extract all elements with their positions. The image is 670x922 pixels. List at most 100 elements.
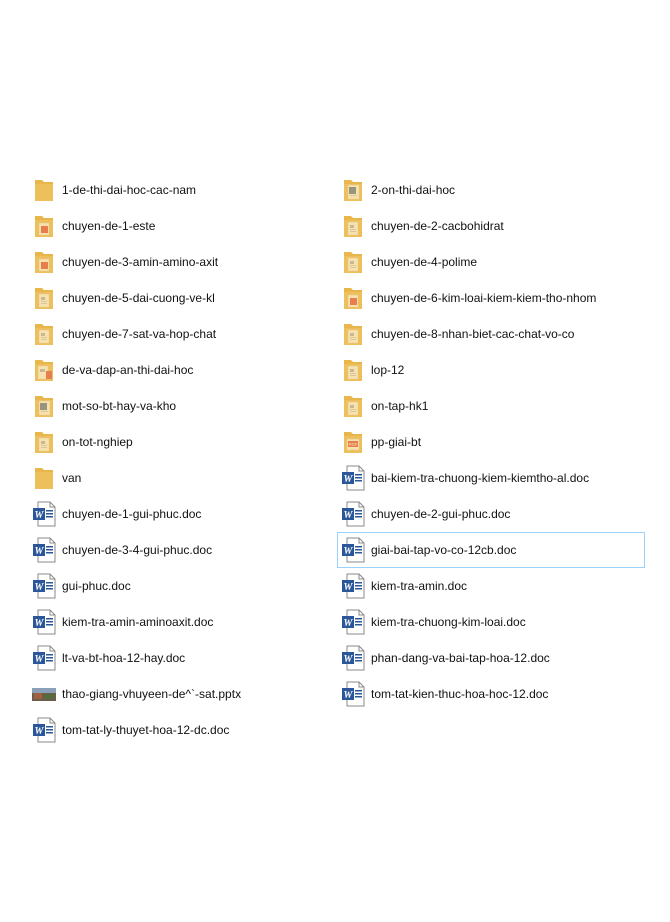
svg-text:W: W bbox=[35, 654, 45, 665]
folder-icon: PDF bbox=[341, 429, 365, 455]
folder-item[interactable]: on-tot-nghiep bbox=[28, 424, 336, 460]
svg-text:W: W bbox=[35, 510, 45, 521]
file-name-label: tom-tat-kien-thuc-hoa-hoc-12.doc bbox=[371, 687, 549, 701]
word-doc-icon: W bbox=[32, 501, 56, 527]
folder-icon bbox=[341, 285, 365, 311]
svg-text:W: W bbox=[344, 510, 354, 521]
svg-text:W: W bbox=[35, 726, 45, 737]
file-item[interactable]: W kiem-tra-chuong-kim-loai.doc bbox=[337, 604, 645, 640]
folder-item[interactable]: PDF pp-giai-bt bbox=[337, 424, 645, 460]
file-item[interactable]: W tom-tat-ly-thuyet-hoa-12-dc.doc bbox=[28, 712, 336, 748]
file-name-label: chuyen-de-4-polime bbox=[371, 255, 478, 269]
file-name-label: lop-12 bbox=[371, 363, 405, 377]
folder-icon bbox=[341, 321, 365, 347]
file-name-label: chuyen-de-1-este bbox=[62, 219, 156, 233]
folder-icon bbox=[341, 249, 365, 275]
folder-icon bbox=[341, 357, 365, 383]
svg-text:W: W bbox=[344, 654, 354, 665]
word-doc-icon: W bbox=[341, 465, 365, 491]
file-name-label: chuyen-de-3-4-gui-phuc.doc bbox=[62, 543, 213, 557]
file-item[interactable]: W bai-kiem-tra-chuong-kiem-kiemtho-al.do… bbox=[337, 460, 645, 496]
pptx-thumbnail-icon bbox=[32, 681, 56, 707]
svg-text:W: W bbox=[344, 474, 354, 485]
file-item[interactable]: W chuyen-de-2-gui-phuc.doc bbox=[337, 496, 645, 532]
word-doc-icon: W bbox=[32, 573, 56, 599]
file-column-right: 2-on-thi-dai-hoc chuyen-de-2-cacbohidrat… bbox=[337, 172, 645, 712]
file-name-label: chuyen-de-1-gui-phuc.doc bbox=[62, 507, 202, 521]
file-item[interactable]: thao-giang-vhuyeen-de^`-sat.pptx bbox=[28, 676, 336, 712]
file-name-label: chuyen-de-5-dai-cuong-ve-kl bbox=[62, 291, 215, 305]
folder-item[interactable]: chuyen-de-2-cacbohidrat bbox=[337, 208, 645, 244]
file-name-label: chuyen-de-3-amin-amino-axit bbox=[62, 255, 219, 269]
file-name-label: gui-phuc.doc bbox=[62, 579, 131, 593]
file-name-label: on-tot-nghiep bbox=[62, 435, 133, 449]
svg-text:W: W bbox=[35, 618, 45, 629]
word-doc-icon: W bbox=[32, 537, 56, 563]
folder-icon bbox=[341, 213, 365, 239]
svg-text:W: W bbox=[35, 582, 45, 593]
file-item[interactable]: W giai-bai-tap-vo-co-12cb.doc bbox=[337, 532, 645, 568]
folder-item[interactable]: van bbox=[28, 460, 336, 496]
file-name-label: phan-dang-va-bai-tap-hoa-12.doc bbox=[371, 651, 550, 665]
folder-icon bbox=[341, 393, 365, 419]
file-name-label: chuyen-de-6-kim-loai-kiem-kiem-tho-nhom bbox=[371, 291, 597, 305]
file-column-left: 1-de-thi-dai-hoc-cac-nam chuyen-de-1-est… bbox=[28, 172, 336, 748]
file-name-label: van bbox=[62, 471, 82, 485]
folder-icon bbox=[341, 177, 365, 203]
file-item[interactable]: W chuyen-de-1-gui-phuc.doc bbox=[28, 496, 336, 532]
folder-item[interactable]: chuyen-de-8-nhan-biet-cac-chat-vo-co bbox=[337, 316, 645, 352]
word-doc-icon: W bbox=[341, 681, 365, 707]
file-name-label: thao-giang-vhuyeen-de^`-sat.pptx bbox=[62, 687, 242, 701]
folder-icon bbox=[32, 465, 56, 491]
folder-icon bbox=[32, 357, 56, 383]
folder-item[interactable]: 1-de-thi-dai-hoc-cac-nam bbox=[28, 172, 336, 208]
file-item[interactable]: W phan-dang-va-bai-tap-hoa-12.doc bbox=[337, 640, 645, 676]
word-doc-icon: W bbox=[32, 645, 56, 671]
word-doc-icon: W bbox=[32, 609, 56, 635]
file-name-label: 2-on-thi-dai-hoc bbox=[371, 183, 456, 197]
file-item[interactable]: W chuyen-de-3-4-gui-phuc.doc bbox=[28, 532, 336, 568]
word-doc-icon: W bbox=[341, 609, 365, 635]
folder-icon bbox=[32, 177, 56, 203]
svg-text:W: W bbox=[344, 582, 354, 593]
folder-icon bbox=[32, 285, 56, 311]
word-doc-icon: W bbox=[341, 645, 365, 671]
file-name-label: bai-kiem-tra-chuong-kiem-kiemtho-al.doc bbox=[371, 471, 590, 485]
svg-text:W: W bbox=[344, 546, 354, 557]
folder-item[interactable]: 2-on-thi-dai-hoc bbox=[337, 172, 645, 208]
folder-item[interactable]: on-tap-hk1 bbox=[337, 388, 645, 424]
file-name-label: kiem-tra-chuong-kim-loai.doc bbox=[371, 615, 526, 629]
folder-item[interactable]: chuyen-de-4-polime bbox=[337, 244, 645, 280]
svg-text:W: W bbox=[344, 690, 354, 701]
folder-item[interactable]: chuyen-de-3-amin-amino-axit bbox=[28, 244, 336, 280]
folder-item[interactable]: chuyen-de-7-sat-va-hop-chat bbox=[28, 316, 336, 352]
word-doc-icon: W bbox=[32, 717, 56, 743]
file-name-label: chuyen-de-8-nhan-biet-cac-chat-vo-co bbox=[371, 327, 575, 341]
file-item[interactable]: W kiem-tra-amin-aminoaxit.doc bbox=[28, 604, 336, 640]
file-name-label: on-tap-hk1 bbox=[371, 399, 429, 413]
file-name-label: tom-tat-ly-thuyet-hoa-12-dc.doc bbox=[62, 723, 230, 737]
folder-item[interactable]: chuyen-de-6-kim-loai-kiem-kiem-tho-nhom bbox=[337, 280, 645, 316]
folder-icon bbox=[32, 429, 56, 455]
svg-text:W: W bbox=[344, 618, 354, 629]
svg-text:W: W bbox=[35, 546, 45, 557]
file-name-label: mot-so-bt-hay-va-kho bbox=[62, 399, 177, 413]
file-item[interactable]: W lt-va-bt-hoa-12-hay.doc bbox=[28, 640, 336, 676]
file-item[interactable]: W kiem-tra-amin.doc bbox=[337, 568, 645, 604]
folder-item[interactable]: chuyen-de-5-dai-cuong-ve-kl bbox=[28, 280, 336, 316]
folder-item[interactable]: de-va-dap-an-thi-dai-hoc bbox=[28, 352, 336, 388]
word-doc-icon: W bbox=[341, 573, 365, 599]
folder-item[interactable]: mot-so-bt-hay-va-kho bbox=[28, 388, 336, 424]
file-name-label: chuyen-de-2-cacbohidrat bbox=[371, 219, 504, 233]
file-item[interactable]: W tom-tat-kien-thuc-hoa-hoc-12.doc bbox=[337, 676, 645, 712]
file-item[interactable]: W gui-phuc.doc bbox=[28, 568, 336, 604]
word-doc-icon: W bbox=[341, 501, 365, 527]
folder-item[interactable]: lop-12 bbox=[337, 352, 645, 388]
folder-item[interactable]: chuyen-de-1-este bbox=[28, 208, 336, 244]
file-name-label: 1-de-thi-dai-hoc-cac-nam bbox=[62, 183, 197, 197]
folder-icon bbox=[32, 321, 56, 347]
file-name-label: kiem-tra-amin.doc bbox=[371, 579, 468, 593]
file-name-label: giai-bai-tap-vo-co-12cb.doc bbox=[371, 543, 517, 557]
file-name-label: pp-giai-bt bbox=[371, 435, 422, 449]
file-name-label: de-va-dap-an-thi-dai-hoc bbox=[62, 363, 194, 377]
